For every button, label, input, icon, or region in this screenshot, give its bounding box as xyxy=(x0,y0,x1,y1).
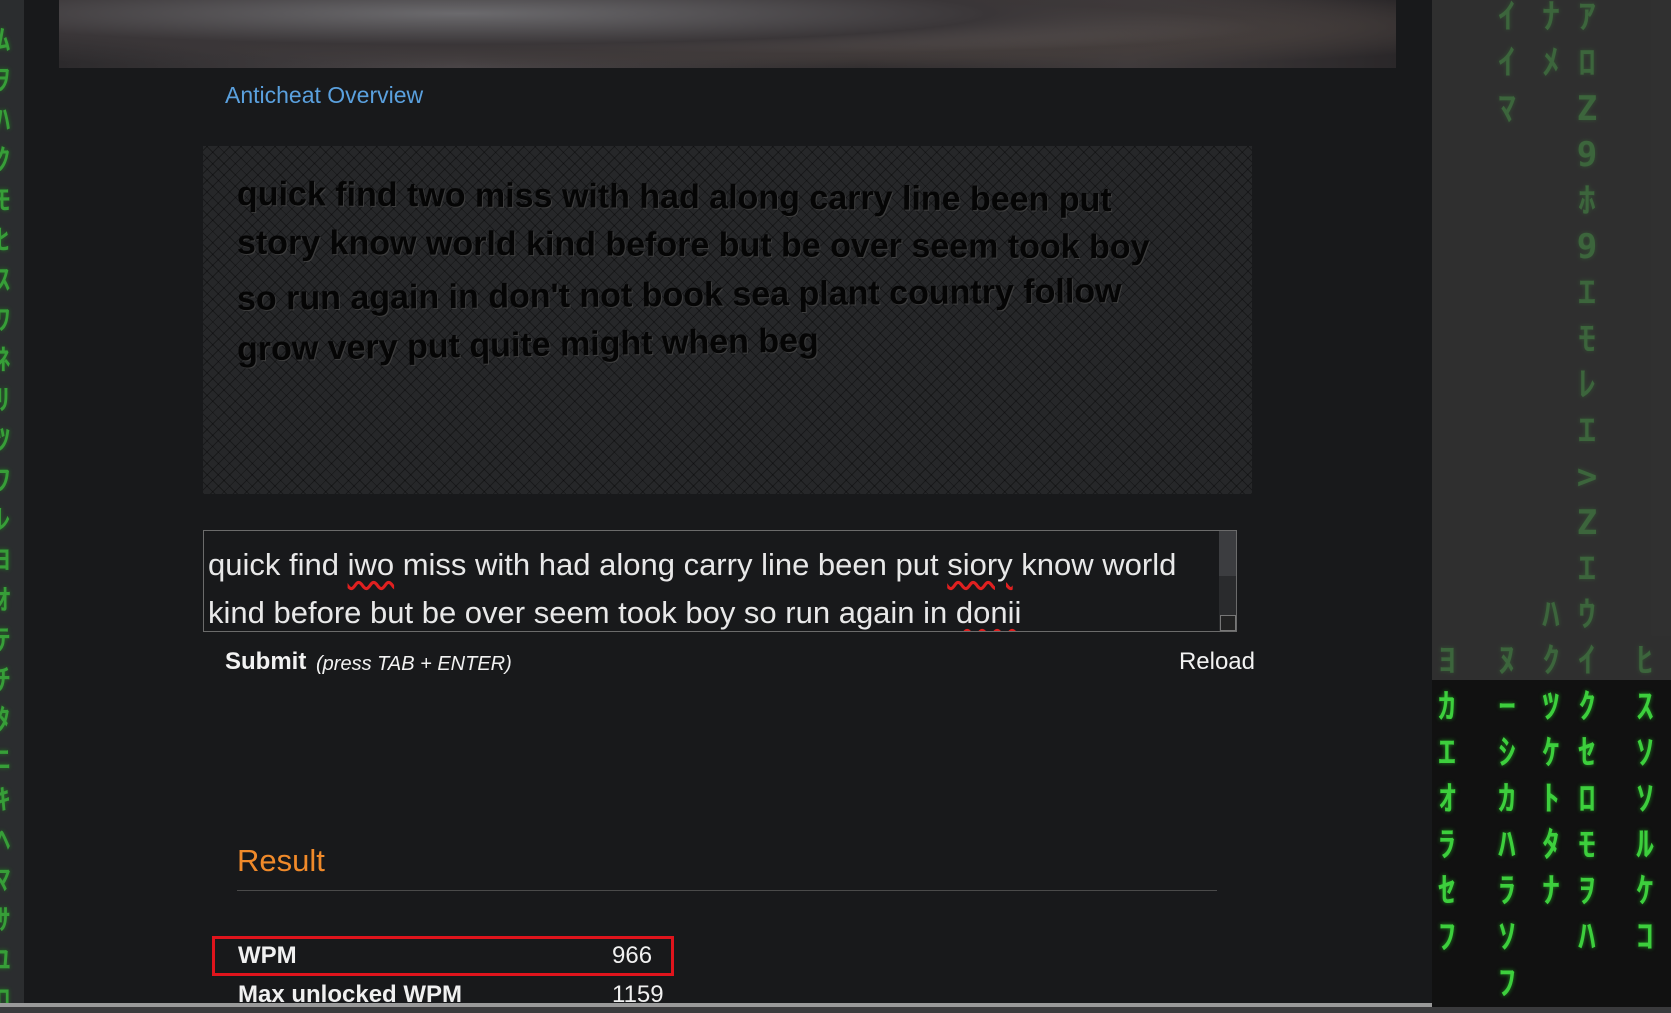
typing-input[interactable]: quick find iwo miss with had along carry… xyxy=(203,530,1237,632)
header-banner-image xyxy=(59,0,1396,68)
misspelled-word: siory xyxy=(947,547,1013,582)
matrix-background-right: ｲｲﾏﾇｰｼｶﾊﾗｿﾌ ﾅﾒﾊｸﾂｹﾄﾀﾅ ｱﾛZ9ﾎ9ｴﾓﾚｴ>Zｴｳｲｸｾﾛ… xyxy=(1432,0,1671,1007)
result-heading: Result xyxy=(237,843,325,878)
typed-text-segment: miss with had along carry line been put xyxy=(394,547,948,582)
main-content: Anticheat Overview quick find two miss w… xyxy=(24,0,1432,1008)
submit-hint: (press TAB + ENTER) xyxy=(316,653,512,675)
reload-button[interactable]: Reload xyxy=(1179,648,1255,676)
passage-display: quick find two miss with had along carry… xyxy=(203,146,1252,494)
stat-row-max-unlocked-wpm: Max unlocked WPM 1159 xyxy=(238,975,664,1013)
result-divider xyxy=(237,890,1217,891)
misspelled-word: iwo xyxy=(347,547,395,582)
submit-button[interactable]: Submit xyxy=(225,648,306,676)
typed-text-segment: quick find xyxy=(208,547,348,582)
passage-line: so run again in don't not book sea plant… xyxy=(236,272,1122,318)
typing-scrollbar-thumb[interactable] xyxy=(1219,531,1236,576)
passage-line: grow very put quite might when beg xyxy=(236,321,820,369)
matrix-glyph-column: ﾑｦﾊｸﾓﾋｽﾜﾈﾘﾂﾌﾚﾖｵﾃﾁﾀﾆｷﾍﾏｻﾕﾛ xyxy=(0,23,10,1007)
matrix-background-left: ﾑｦﾊｸﾓﾋｽﾜﾈﾘﾂﾌﾚﾖｵﾃﾁﾀﾆｷﾍﾏｻﾕﾛ xyxy=(0,0,24,1007)
passage-line: quick find two miss with had along carry… xyxy=(236,174,1112,220)
resize-handle[interactable] xyxy=(1220,615,1236,631)
wpm-highlight-box xyxy=(212,936,674,976)
submit-row: Submit (press TAB + ENTER) Reload xyxy=(225,648,1255,682)
passage-line: story know world kind before but be over… xyxy=(236,223,1150,267)
window-bottom-edge xyxy=(0,1003,1432,1007)
misspelled-word: donii xyxy=(955,595,1022,630)
anticheat-overview-link[interactable]: Anticheat Overview xyxy=(225,82,423,109)
matrix-fade-overlay xyxy=(1432,0,1671,680)
typing-input-text: quick find iwo miss with had along carry… xyxy=(208,547,1176,630)
